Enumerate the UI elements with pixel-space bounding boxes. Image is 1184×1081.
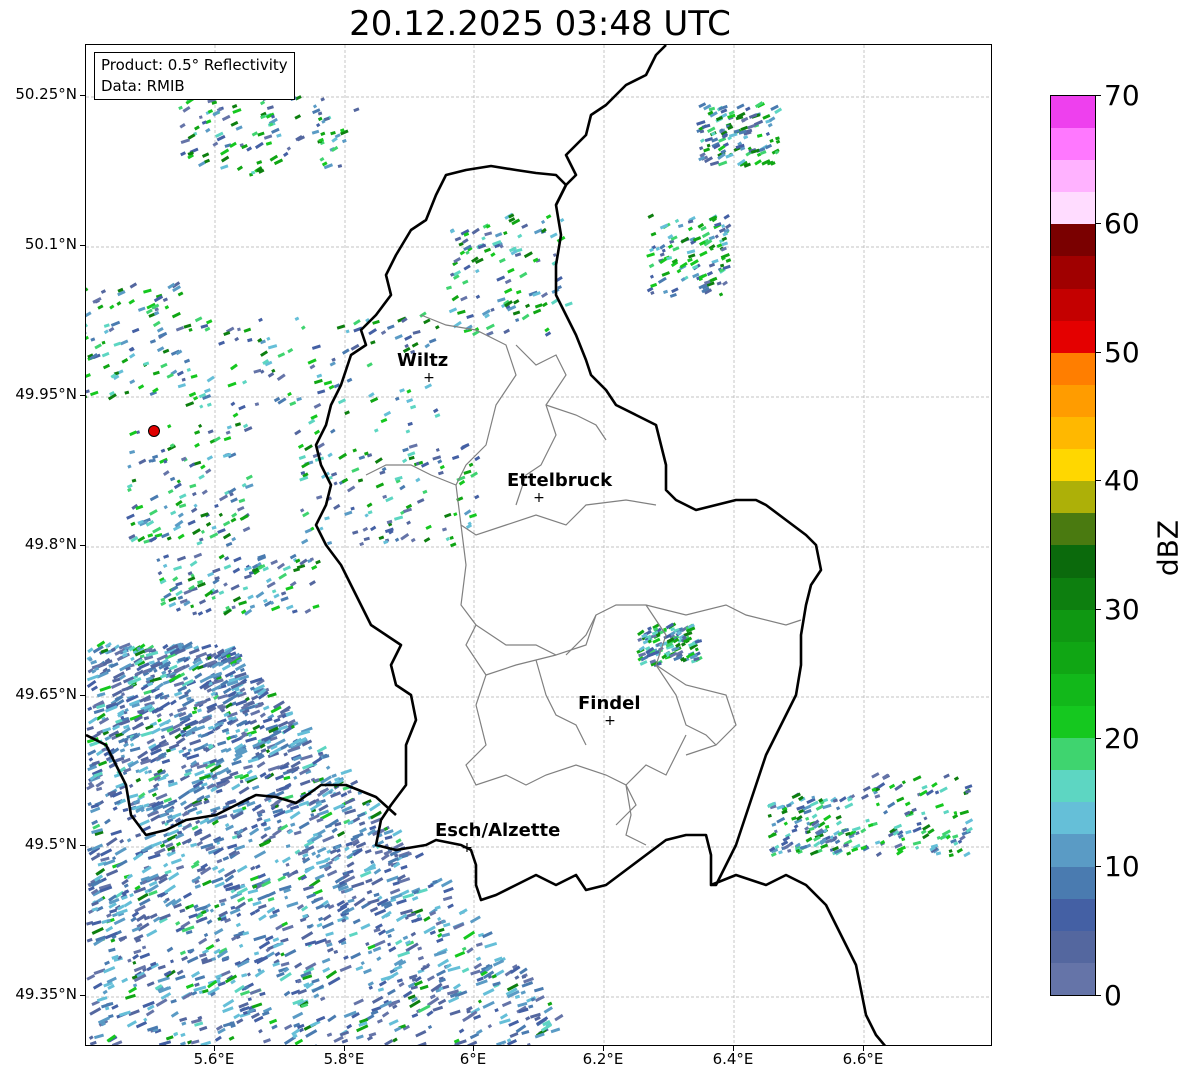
colorbar-segment	[1051, 673, 1095, 707]
lat-label: 49.5°N	[24, 835, 77, 853]
colorbar-segment	[1051, 513, 1095, 546]
colorbar-label: 30	[1104, 593, 1140, 626]
colorbar-tickmark	[1096, 738, 1101, 739]
colorbar-label: 0	[1104, 979, 1122, 1012]
lat-tickmark	[80, 995, 85, 996]
colorbar-segment	[1051, 224, 1095, 257]
lon-label: 6.2°E	[582, 1050, 624, 1068]
colorbar-segment	[1051, 95, 1095, 129]
colorbar-label: 10	[1104, 850, 1140, 883]
radar-site-marker	[148, 425, 160, 437]
radar-map[interactable]	[85, 44, 992, 1046]
colorbar-segment	[1051, 256, 1095, 289]
city-marker-icon: +	[604, 713, 616, 729]
colorbar-segment	[1051, 898, 1095, 931]
colorbar-segment	[1051, 417, 1095, 450]
colorbar-segment	[1051, 384, 1095, 418]
colorbar-tickmark	[1096, 866, 1101, 867]
colorbar-segment	[1051, 802, 1095, 835]
colorbar-tickmark	[1096, 609, 1101, 610]
city-marker-icon: +	[423, 370, 435, 386]
colorbar-segment	[1051, 320, 1095, 353]
colorbar-segment	[1051, 352, 1095, 385]
colorbar-unit-label: dBZ	[1151, 519, 1184, 577]
colorbar-label: 60	[1104, 207, 1140, 240]
lon-label: 5.6°E	[193, 1050, 235, 1068]
colorbar-label: 40	[1104, 464, 1140, 497]
graticule	[86, 45, 991, 1045]
colorbar-tickmark	[1096, 352, 1101, 353]
lon-label: 6°E	[459, 1050, 487, 1068]
colorbar-segment	[1051, 545, 1095, 578]
colorbar-label: 50	[1104, 336, 1140, 369]
colorbar-segment	[1051, 834, 1095, 867]
colorbar-segment	[1051, 866, 1095, 899]
lat-tickmark	[80, 95, 85, 96]
city-label-esch-alzette: Esch/Alzette	[435, 820, 561, 841]
city-label-wiltz: Wiltz	[397, 350, 449, 371]
lat-tickmark	[80, 245, 85, 246]
colorbar-segment	[1051, 962, 1095, 995]
city-label-ettelbruck: Ettelbruck	[507, 470, 613, 491]
product-info-box: Product: 0.5° Reflectivity Data: RMIB	[94, 52, 295, 100]
map-canvas	[86, 45, 991, 1045]
colorbar-segment	[1051, 481, 1095, 514]
colorbar-tickmark	[1096, 480, 1101, 481]
colorbar-segment	[1051, 609, 1095, 642]
lat-label: 49.35°N	[15, 985, 77, 1003]
colorbar-segment	[1051, 288, 1095, 321]
country-borders	[86, 45, 887, 1045]
map-title: 20.12.2025 03:48 UTC	[349, 4, 731, 44]
colorbar-segment	[1051, 706, 1095, 739]
colorbar-label: 20	[1104, 722, 1140, 755]
city-label-findel: Findel	[578, 693, 641, 714]
lon-label: 6.4°E	[712, 1050, 754, 1068]
lon-label: 5.8°E	[323, 1050, 365, 1068]
lat-label: 49.8°N	[24, 535, 77, 553]
colorbar-label: 70	[1104, 79, 1140, 112]
colorbar-segment	[1051, 577, 1095, 610]
radar-echoes	[86, 93, 974, 1045]
colorbar-segment	[1051, 930, 1095, 963]
colorbar-segment	[1051, 770, 1095, 803]
data-source-label: Data: RMIB	[101, 77, 185, 95]
city-marker-icon: +	[461, 840, 473, 856]
reflectivity-colorbar	[1050, 95, 1096, 996]
colorbar-segment	[1051, 641, 1095, 674]
city-marker-icon: +	[533, 490, 545, 506]
lat-tickmark	[80, 395, 85, 396]
lon-label: 6.6°E	[842, 1050, 884, 1068]
colorbar-segment	[1051, 160, 1095, 193]
colorbar-tickmark	[1096, 223, 1101, 224]
colorbar-tickmark	[1096, 995, 1101, 996]
colorbar-segment	[1051, 449, 1095, 482]
colorbar-tickmark	[1096, 95, 1101, 96]
canton-boundaries	[365, 314, 802, 846]
lat-tickmark	[80, 695, 85, 696]
lat-tickmark	[80, 845, 85, 846]
lat-label: 49.95°N	[15, 385, 77, 403]
lat-label: 50.25°N	[15, 85, 77, 103]
lat-label: 50.1°N	[24, 235, 77, 253]
product-label: Product: 0.5° Reflectivity	[101, 56, 288, 74]
colorbar-segment	[1051, 192, 1095, 225]
colorbar-segment	[1051, 128, 1095, 161]
colorbar-segment	[1051, 738, 1095, 771]
lat-tickmark	[80, 545, 85, 546]
lat-label: 49.65°N	[15, 685, 77, 703]
